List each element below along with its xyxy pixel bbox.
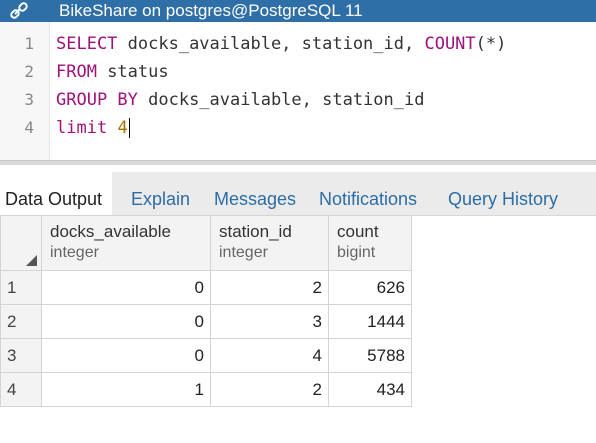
tab-data-output[interactable]: Data Output	[0, 172, 113, 215]
sql-keyword: COUNT	[424, 34, 476, 54]
line-number: 4	[24, 118, 34, 137]
row-number[interactable]: 4	[0, 372, 42, 407]
select-all-corner[interactable]	[0, 215, 42, 271]
table-cell[interactable]: 2	[210, 372, 329, 407]
row-number[interactable]: 3	[0, 338, 42, 373]
table-cell[interactable]: 3	[210, 304, 329, 339]
table-cell[interactable]: 5788	[328, 338, 412, 373]
column-header-docks-available[interactable]: docks_available integer	[41, 215, 211, 271]
row-number[interactable]: 1	[0, 270, 42, 305]
table-row[interactable]: 3 0 4 5788	[0, 338, 412, 373]
line-number: 2	[24, 62, 34, 81]
sql-keyword: GROUP BY	[56, 90, 138, 110]
sql-text: (*)	[475, 34, 507, 54]
table-row[interactable]: 2 0 3 1444	[0, 304, 412, 339]
column-type: integer	[50, 244, 99, 261]
tab-notifications[interactable]: Notifications	[319, 172, 417, 215]
connection-link-icon	[10, 2, 28, 19]
line-number: 3	[24, 90, 34, 109]
select-all-icon	[26, 255, 37, 266]
sql-text: docks_available, station_id	[137, 90, 425, 110]
sql-text: docks_available, station_id,	[117, 34, 425, 54]
table-cell[interactable]: 626	[328, 270, 412, 305]
code-text[interactable]: limit 4	[56, 114, 130, 142]
sql-editor[interactable]: 1 SELECT docks_available, station_id, COU…	[0, 22, 596, 160]
sql-number: 4	[117, 118, 128, 138]
sql-keyword: SELECT	[56, 34, 118, 54]
sql-text: status	[96, 62, 169, 82]
sql-keyword: limit	[56, 118, 108, 138]
column-name: station_id	[219, 222, 292, 241]
window-title: BikeShare on postgres@PostgreSQL 11	[59, 1, 363, 20]
table-cell[interactable]: 4	[210, 338, 329, 373]
column-type: integer	[219, 244, 268, 261]
tab-messages[interactable]: Messages	[214, 172, 296, 215]
sql-keyword: FROM	[56, 62, 97, 82]
code-text[interactable]: GROUP BY docks_available, station_id	[56, 86, 424, 114]
column-type: bigint	[337, 244, 376, 261]
tab-query-history[interactable]: Query History	[448, 172, 558, 215]
text-cursor	[128, 118, 130, 138]
table-row[interactable]: 1 0 2 626	[0, 270, 412, 305]
column-name: count	[337, 222, 379, 241]
panel-splitter[interactable]	[0, 160, 596, 165]
table-cell[interactable]: 434	[328, 372, 412, 407]
tab-explain[interactable]: Explain	[131, 172, 190, 215]
results-grid: docks_available integer station_id integ…	[0, 215, 412, 407]
code-text[interactable]: FROM status	[56, 58, 169, 86]
code-text[interactable]: SELECT docks_available, station_id, COUN…	[56, 30, 506, 58]
title-bar: BikeShare on postgres@PostgreSQL 11	[0, 0, 596, 22]
table-cell[interactable]: 1444	[328, 304, 412, 339]
row-number[interactable]: 2	[0, 304, 42, 339]
table-cell[interactable]: 0	[41, 338, 211, 373]
line-number: 1	[24, 34, 34, 53]
table-cell[interactable]: 2	[210, 270, 329, 305]
table-row[interactable]: 4 1 2 434	[0, 372, 412, 407]
column-name: docks_available	[50, 222, 171, 241]
table-cell[interactable]: 0	[41, 304, 211, 339]
column-header-station-id[interactable]: station_id integer	[210, 215, 329, 271]
table-cell[interactable]: 1	[41, 372, 211, 407]
column-header-count[interactable]: count bigint	[328, 215, 412, 271]
output-tabs: Data Output Explain Messages Notificatio…	[0, 172, 596, 216]
table-cell[interactable]: 0	[41, 270, 211, 305]
